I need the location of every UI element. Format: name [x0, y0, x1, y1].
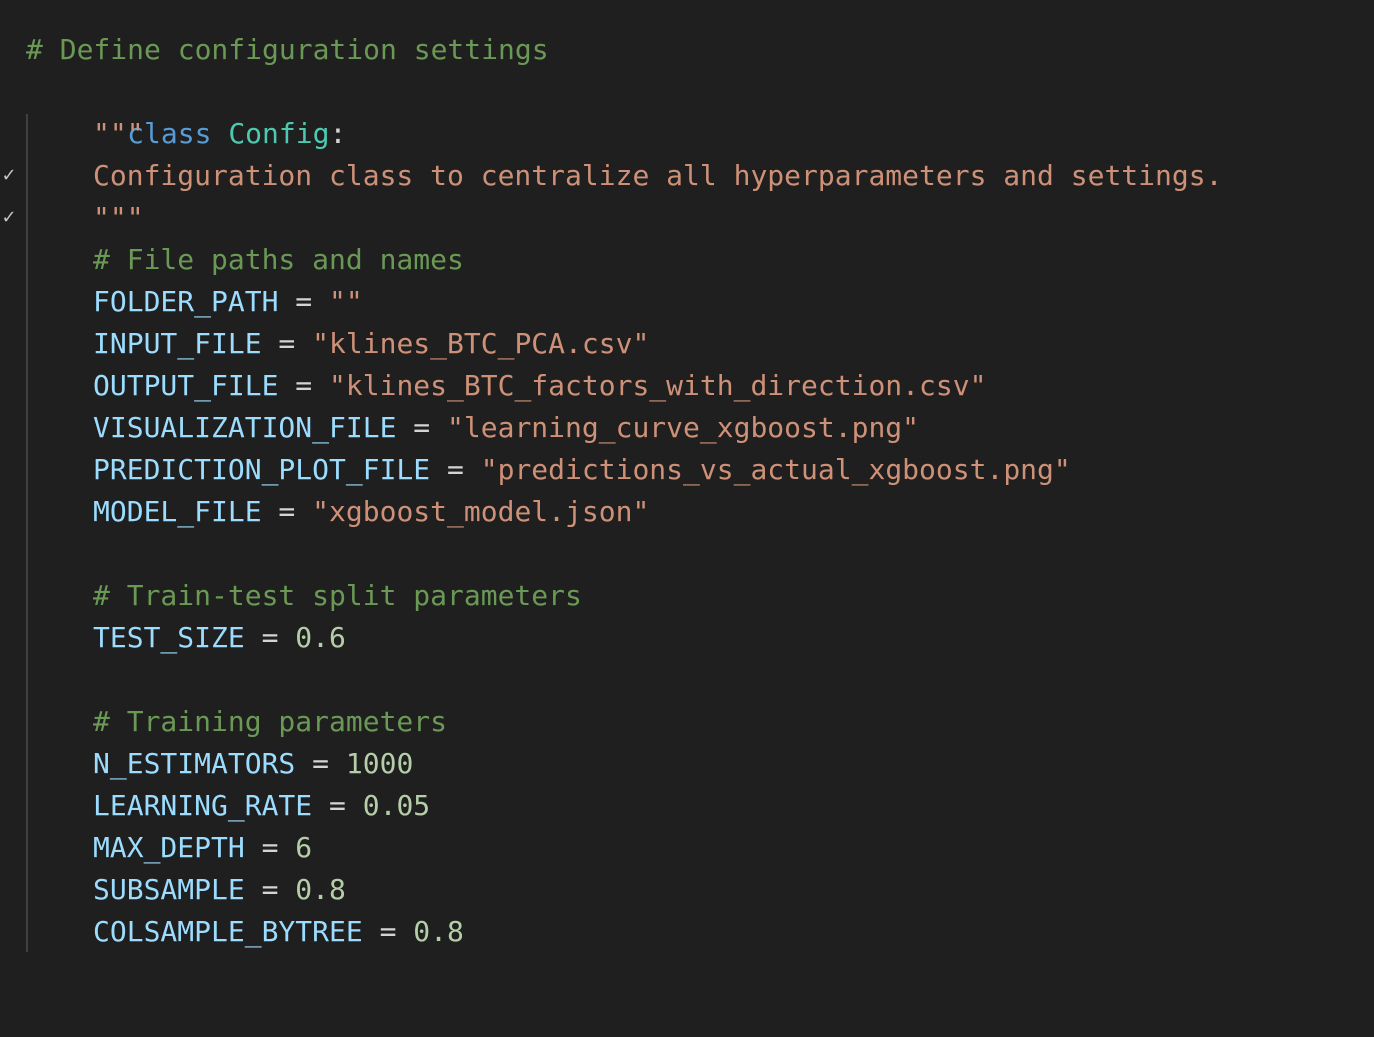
- code-line-assignment: FOLDER_PATH = "": [0, 281, 363, 323]
- variable-name: SUBSAMPLE: [93, 873, 245, 906]
- code-line-comment: # Training parameters: [0, 701, 447, 743]
- variable-name: N_ESTIMATORS: [93, 747, 296, 780]
- code-line-comment: # Define configuration settings: [0, 29, 549, 71]
- variable-name: INPUT_FILE: [93, 327, 262, 360]
- code-line-assignment: MODEL_FILE = "xgboost_model.json": [0, 491, 649, 533]
- assign-operator: =: [278, 369, 330, 402]
- variable-name: COLSAMPLE_BYTREE: [93, 915, 363, 948]
- assign-operator: =: [362, 915, 414, 948]
- code-line-comment: # Train-test split parameters: [0, 575, 582, 617]
- comment-text: # Train-test split parameters: [93, 579, 582, 612]
- code-line-comment: # File paths and names: [0, 239, 464, 281]
- string-value: "xgboost_model.json": [312, 495, 650, 528]
- string-value: "klines_BTC_PCA.csv": [312, 327, 650, 360]
- assign-operator: =: [261, 495, 313, 528]
- comment-text: # File paths and names: [93, 243, 464, 276]
- number-value: 1000: [345, 747, 414, 780]
- code-line-assignment: INPUT_FILE = "klines_BTC_PCA.csv": [0, 323, 649, 365]
- code-line-assignment: VISUALIZATION_FILE = "learning_curve_xgb…: [0, 407, 919, 449]
- docstring-close: """: [93, 201, 144, 234]
- assign-operator: =: [261, 327, 313, 360]
- code-line-assignment: OUTPUT_FILE = "klines_BTC_factors_with_d…: [0, 365, 986, 407]
- docstring-text: Configuration class to centralize all hy…: [93, 159, 1223, 192]
- code-line-assignment: N_ESTIMATORS = 1000: [0, 743, 413, 785]
- number-value: 0.8: [295, 873, 346, 906]
- number-value: 0.8: [413, 915, 464, 948]
- variable-name: VISUALIZATION_FILE: [93, 411, 397, 444]
- code-line-assignment: PREDICTION_PLOT_FILE = "predictions_vs_a…: [0, 449, 1071, 491]
- assign-operator: =: [244, 873, 296, 906]
- code-line-assignment: TEST_SIZE = 0.6: [0, 617, 346, 659]
- assign-operator: =: [430, 453, 481, 486]
- code-editor[interactable]: # Define configuration settings ✓ class …: [0, 0, 1374, 976]
- code-line-assignment: MAX_DEPTH = 6: [0, 827, 312, 869]
- variable-name: TEST_SIZE: [93, 621, 245, 654]
- variable-name: FOLDER_PATH: [93, 285, 279, 318]
- code-line-assignment: SUBSAMPLE = 0.8: [0, 869, 346, 911]
- assign-operator: =: [312, 789, 363, 822]
- number-value: 0.05: [362, 789, 431, 822]
- string-value: "klines_BTC_factors_with_direction.csv": [329, 369, 987, 402]
- number-value: 0.6: [295, 621, 346, 654]
- code-line-assignment: COLSAMPLE_BYTREE = 0.8: [0, 911, 464, 953]
- code-line-docstring-close: """: [0, 197, 144, 239]
- variable-name: MODEL_FILE: [93, 495, 262, 528]
- assign-operator: =: [278, 285, 330, 318]
- docstring-open: """: [93, 117, 144, 150]
- code-line-docstring: Configuration class to centralize all hy…: [0, 155, 1222, 197]
- variable-name: MAX_DEPTH: [93, 831, 245, 864]
- variable-name: PREDICTION_PLOT_FILE: [93, 453, 431, 486]
- code-line-class-def: ✓ class Config:: [0, 71, 600, 186]
- string-value: "predictions_vs_actual_xgboost.png": [480, 453, 1071, 486]
- comment-text: # Define configuration settings: [26, 33, 549, 66]
- variable-name: LEARNING_RATE: [93, 789, 313, 822]
- string-value: "learning_curve_xgboost.png": [447, 411, 920, 444]
- code-line-assignment: LEARNING_RATE = 0.05: [0, 785, 430, 827]
- assign-operator: =: [295, 747, 346, 780]
- assign-operator: =: [244, 831, 296, 864]
- variable-name: OUTPUT_FILE: [93, 369, 279, 402]
- string-value: "": [329, 285, 363, 318]
- comment-text: # Training parameters: [93, 705, 448, 738]
- code-line-docstring-open: ✓ """: [0, 113, 400, 228]
- assign-operator: =: [244, 621, 296, 654]
- number-value: 6: [295, 831, 313, 864]
- assign-operator: =: [396, 411, 448, 444]
